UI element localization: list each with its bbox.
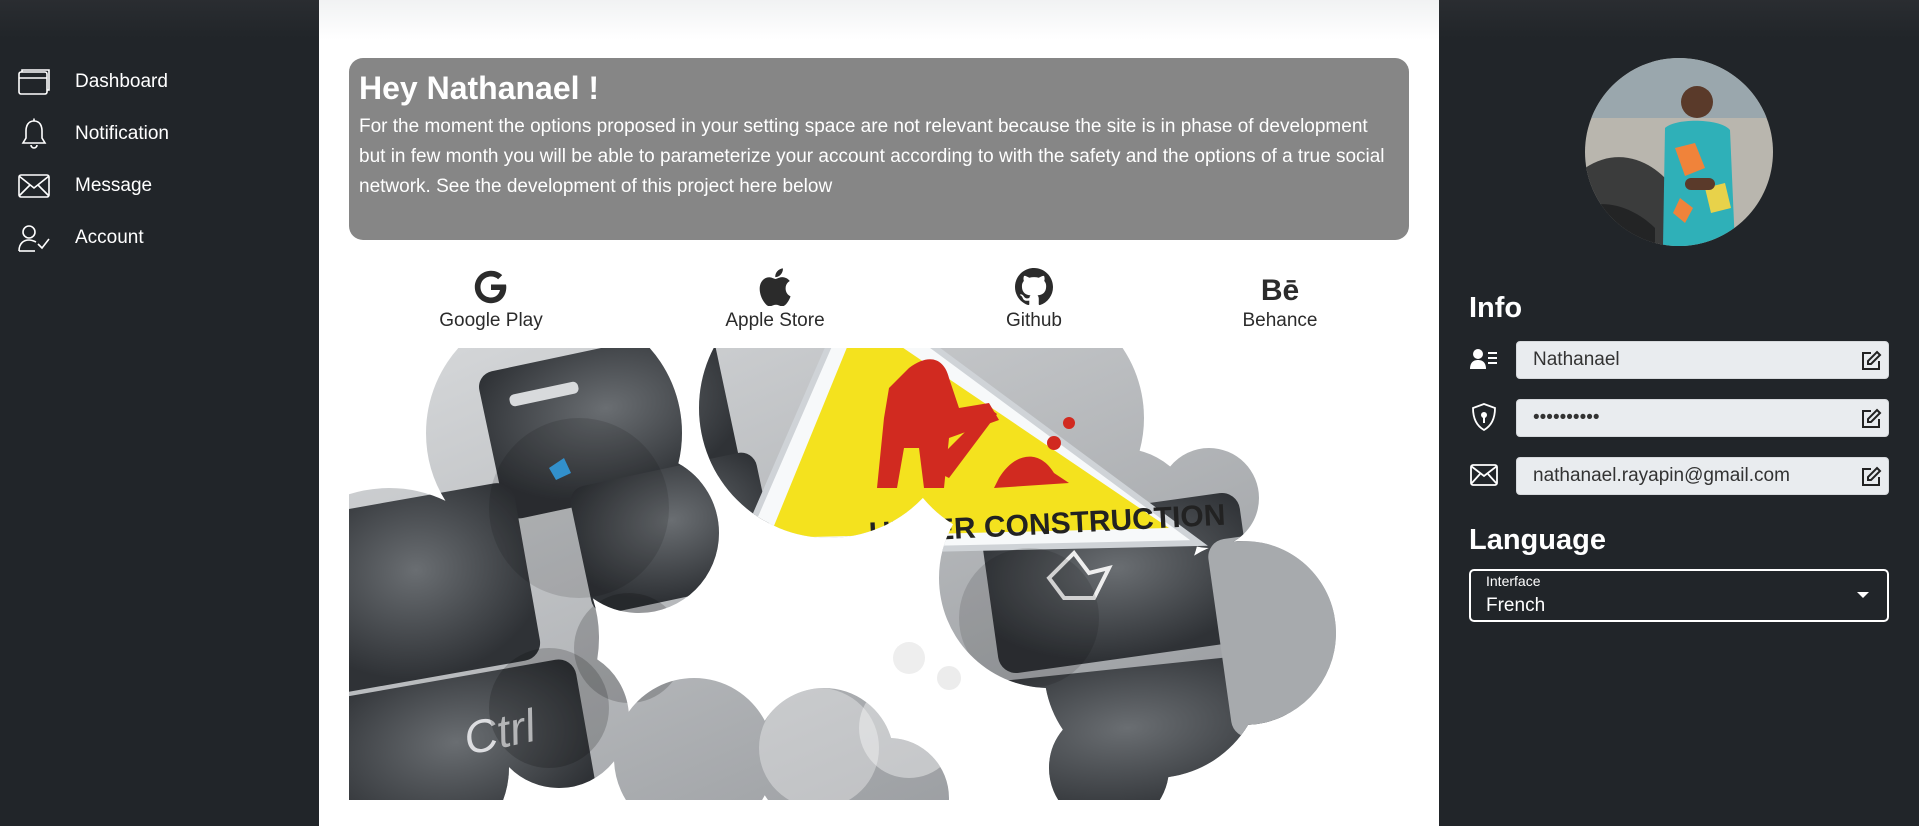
email-field[interactable] <box>1517 458 1888 494</box>
github-icon <box>1015 266 1053 308</box>
email-field-box <box>1516 457 1889 495</box>
sidebar-item-label: Account <box>75 227 144 248</box>
edit-icon[interactable] <box>1860 350 1882 372</box>
password-field-box <box>1516 399 1889 437</box>
shield-icon <box>1469 402 1499 432</box>
sidebar-item-message[interactable]: Message <box>18 160 169 212</box>
select-value: French <box>1486 595 1546 616</box>
name-input[interactable] <box>1517 342 1888 378</box>
select-label: Interface <box>1486 573 1541 589</box>
svg-text:Bē: Bē <box>1261 274 1299 306</box>
left-sidebar: Dashboard Notification Message Account <box>0 0 319 826</box>
caret-down-icon <box>1857 592 1869 598</box>
language-title: Language <box>1469 524 1606 556</box>
apple-store-link[interactable]: Apple Store <box>695 266 855 332</box>
envelope-icon <box>18 170 50 202</box>
welcome-card: Hey Nathanael ! For the moment the optio… <box>349 58 1409 240</box>
welcome-text: For the moment the options proposed in y… <box>359 116 1385 197</box>
project-links: Google Play Apple Store Github Bē Behanc… <box>349 266 1409 336</box>
link-label: Apple Store <box>725 310 825 331</box>
edit-icon[interactable] <box>1860 466 1882 488</box>
sidebar-item-notification[interactable]: Notification <box>18 108 169 160</box>
sidebar-item-account[interactable]: Account <box>18 212 169 264</box>
envelope-icon <box>1469 460 1499 490</box>
name-field-box <box>1516 341 1889 379</box>
sidebar-item-label: Message <box>75 175 153 196</box>
link-label: Google Play <box>439 310 543 331</box>
sidebar-item-label: Notification <box>75 123 169 144</box>
browser-window-icon <box>18 66 50 98</box>
password-field-row <box>1469 399 1889 437</box>
main-content: Hey Nathanael ! For the moment the optio… <box>319 0 1439 826</box>
apple-icon <box>758 266 792 308</box>
interface-language-select[interactable]: Interface French <box>1469 569 1889 622</box>
person-check-icon <box>18 222 50 254</box>
welcome-title: Hey Nathanael ! <box>359 70 600 106</box>
behance-link[interactable]: Bē Behance <box>1200 266 1360 332</box>
person-card-icon <box>1469 344 1499 374</box>
google-icon <box>472 266 510 308</box>
password-input[interactable] <box>1517 400 1888 436</box>
avatar[interactable] <box>1585 58 1773 246</box>
edit-icon[interactable] <box>1860 408 1882 430</box>
sidebar-item-label: Dashboard <box>75 71 168 92</box>
behance-icon: Bē <box>1259 266 1301 308</box>
info-title: Info <box>1469 292 1523 324</box>
profile-panel: Info Nathanael •••••••••• nathanael.raya… <box>1439 0 1919 826</box>
email-field-row <box>1469 457 1889 495</box>
sidebar-nav: Dashboard Notification Message Account <box>18 56 169 264</box>
bell-icon <box>18 118 50 150</box>
under-construction-image: Ctrl UNDER CONSTRUCTION <box>349 348 1409 800</box>
sidebar-item-dashboard[interactable]: Dashboard <box>18 56 169 108</box>
google-play-link[interactable]: Google Play <box>411 266 571 332</box>
name-field-row <box>1469 341 1889 379</box>
link-label: Behance <box>1242 310 1318 331</box>
link-label: Github <box>1006 310 1062 331</box>
github-link[interactable]: Github <box>954 266 1114 332</box>
